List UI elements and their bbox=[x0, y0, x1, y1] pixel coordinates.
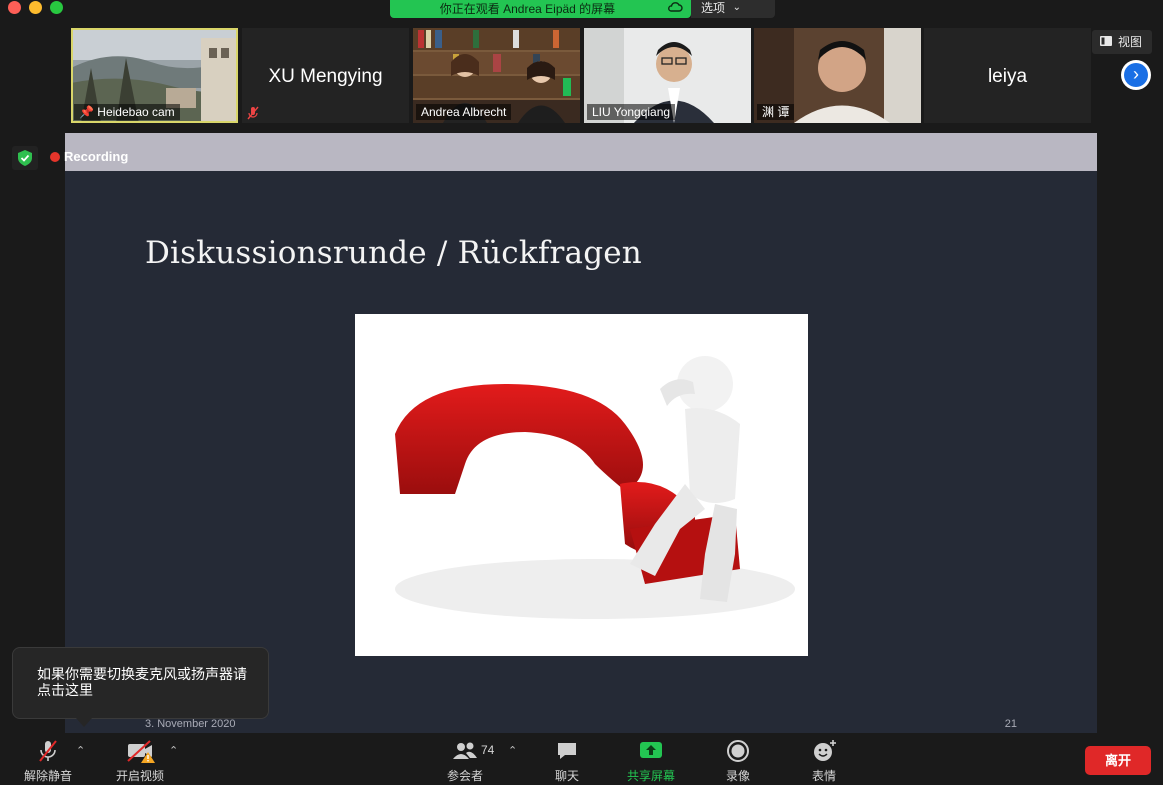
participant-name: XU Mengying bbox=[268, 66, 383, 87]
shield-check-icon bbox=[18, 150, 32, 166]
video-tile-liu-yongqiang[interactable]: LIU Yongqiang bbox=[584, 28, 751, 123]
screen-share-banner: 你正在观看 Andrea Eipäd 的屏幕 bbox=[390, 0, 691, 18]
security-shield-button[interactable] bbox=[12, 146, 38, 170]
chevron-right-icon: › bbox=[1124, 63, 1148, 87]
tooltip-text: 如果你需要切换麦克风或扬声器请点击这里 bbox=[37, 666, 247, 698]
start-video-button[interactable]: 开启视频 bbox=[110, 733, 170, 785]
record-button[interactable]: 录像 bbox=[717, 733, 759, 785]
grid-view-icon bbox=[1100, 36, 1112, 46]
close-window-button[interactable] bbox=[8, 1, 21, 14]
minimize-window-button[interactable] bbox=[29, 1, 42, 14]
participant-count: 74 bbox=[481, 743, 495, 757]
unmute-button[interactable]: 解除静音 bbox=[18, 733, 78, 785]
options-label: 选项 bbox=[701, 1, 726, 15]
participants-label: 参会者 bbox=[446, 769, 483, 783]
tooltip-tail bbox=[76, 718, 92, 727]
record-icon bbox=[727, 740, 749, 762]
slide-date: 3. November 2020 bbox=[145, 718, 236, 730]
video-off-icon bbox=[127, 740, 155, 763]
recording-bar bbox=[65, 133, 1097, 171]
zoom-window-button[interactable] bbox=[50, 1, 63, 14]
video-options-caret[interactable]: ⌃ bbox=[169, 744, 178, 757]
next-participants-button[interactable]: › bbox=[1121, 60, 1151, 90]
smiley-plus-icon bbox=[814, 740, 836, 761]
pin-icon: 📌 bbox=[79, 105, 94, 119]
video-tile-xu-mengying[interactable]: XU Mengying bbox=[242, 28, 409, 123]
audio-switch-tooltip: 如果你需要切换麦克风或扬声器请点击这里 bbox=[12, 647, 269, 727]
record-label: 录像 bbox=[725, 769, 750, 783]
mic-muted-icon bbox=[247, 106, 259, 120]
chat-label: 聊天 bbox=[554, 769, 579, 783]
chat-icon bbox=[558, 743, 576, 759]
participant-name-tag: 📌 Heidebao cam bbox=[74, 104, 180, 120]
chevron-down-icon: ⌄ bbox=[732, 2, 741, 13]
cloud-icon bbox=[667, 1, 683, 17]
participant-name-tag: Andrea Albrecht bbox=[416, 104, 512, 120]
video-tile-heidebao-cam[interactable]: 📌 Heidebao cam bbox=[71, 28, 238, 123]
participants-button[interactable]: 参会者 bbox=[440, 733, 490, 785]
participant-name-tag: 渊 谭 bbox=[757, 104, 795, 120]
view-button-label: 视图 bbox=[1118, 35, 1143, 49]
participant-name-tag: LIU Yongqiang bbox=[587, 104, 676, 120]
share-screen-button[interactable]: 共享屏幕 bbox=[621, 733, 681, 785]
audio-options-caret[interactable]: ⌃ bbox=[76, 744, 85, 757]
mic-off-icon bbox=[39, 740, 57, 762]
participants-icon bbox=[453, 742, 477, 759]
view-options-menu[interactable]: 选项 ⌄ bbox=[691, 0, 775, 18]
recording-label: Recording bbox=[64, 149, 129, 164]
recording-dot-icon bbox=[50, 152, 60, 162]
participants-options-caret[interactable]: ⌃ bbox=[508, 744, 517, 757]
video-tile-yuan-tan[interactable]: 渊 谭 bbox=[754, 28, 921, 123]
reactions-label: 表情 bbox=[811, 769, 836, 783]
question-mark-figure-image bbox=[355, 314, 808, 656]
share-screen-icon bbox=[640, 742, 662, 758]
slide-title: Diskussionsrunde / Rückfragen bbox=[145, 235, 642, 271]
video-tile-leiya[interactable]: leiya bbox=[924, 28, 1091, 123]
reactions-button[interactable]: 表情 bbox=[803, 733, 845, 785]
leave-meeting-button[interactable]: 离开 bbox=[1085, 746, 1151, 775]
unmute-label: 解除静音 bbox=[23, 769, 72, 783]
video-tile-andrea-albrecht[interactable]: Andrea Albrecht bbox=[413, 28, 580, 123]
chat-button[interactable]: 聊天 bbox=[546, 733, 588, 785]
view-layout-button[interactable]: 视图 bbox=[1092, 30, 1152, 54]
participant-name: leiya bbox=[987, 66, 1028, 87]
start-video-label: 开启视频 bbox=[115, 769, 164, 783]
share-screen-label: 共享屏幕 bbox=[626, 769, 675, 783]
slide-page-number: 21 bbox=[1004, 718, 1017, 730]
share-banner-text: 你正在观看 Andrea Eipäd 的屏幕 bbox=[439, 2, 616, 16]
